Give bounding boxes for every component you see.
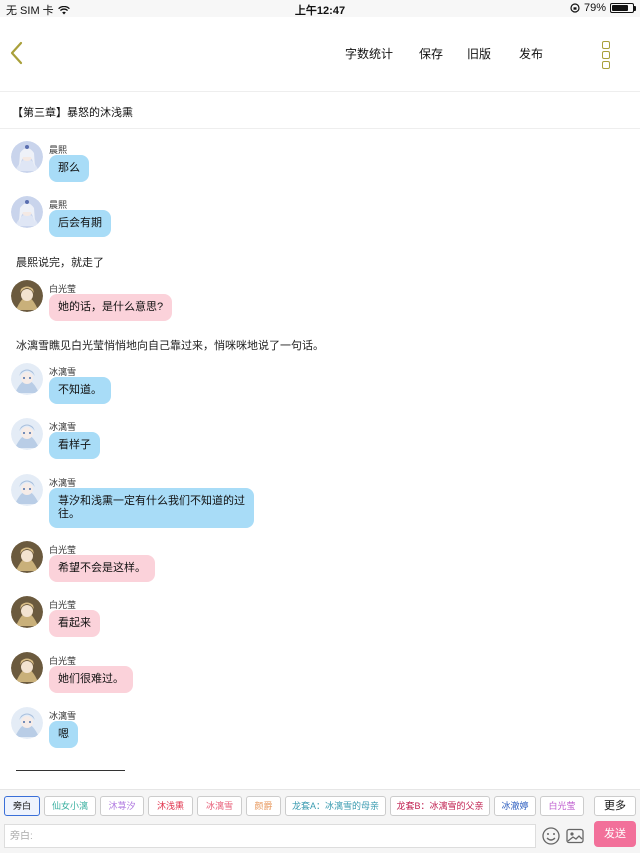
chapter-bar: 【第三章】暴怒的沐浅熏 [0,91,640,129]
text-cursor-line [16,770,125,771]
role-chip[interactable]: 冰漓雪 [197,796,242,816]
avatar-chenxi [11,141,43,173]
battery-percent: 79% [583,2,606,14]
smiley-icon [542,827,560,845]
more-menu-button[interactable] [600,41,612,69]
word-count-button[interactable]: 字数统计 [338,45,400,62]
image-icon [566,828,584,844]
composer-bar: 旁白 仙女小漓 沐荨汐 沐浅熏 冰漓雪 颜爵 龙套A：冰漓雪的母亲 龙套B：冰漓… [0,789,640,853]
status-bar: 无 SIM 卡 上午12:47 79% [0,0,640,17]
chapter-title: 【第三章】暴怒的沐浅熏 [12,107,133,119]
avatar-binglixue [11,474,43,506]
avatar-baiguangying [11,652,43,684]
back-button[interactable] [4,37,30,69]
narration-text[interactable]: 晨熙说完，就走了 [16,254,104,270]
input-row: 发送 [4,821,636,848]
role-chip[interactable]: 白光莹 [540,796,584,816]
avatar-chenxi [11,196,43,228]
save-button[interactable]: 保存 [415,45,447,62]
status-right: 79% [570,2,636,14]
chevron-left-icon [10,41,23,65]
role-chip-list: 旁白 仙女小漓 沐荨汐 沐浅熏 冰漓雪 颜爵 龙套A：冰漓雪的母亲 龙套B：冰漓… [4,796,588,816]
avatar-binglixue [11,707,43,739]
chat-bubble[interactable]: 她们很难过。 [49,666,133,693]
chat-bubble[interactable]: 嗯 [49,721,78,748]
chat-bubble[interactable]: 看样子 [49,432,100,459]
avatar-binglixue [11,418,43,450]
top-navbar: 字数统计 保存 旧版 发布 [0,17,640,91]
role-chip[interactable]: 颜爵 [246,796,281,816]
rotation-lock-icon [570,3,580,13]
role-chip[interactable]: 冰澈婷 [494,796,536,816]
chat-bubble[interactable]: 她的话，是什么意思? [49,294,173,321]
message-input[interactable] [4,824,536,848]
battery-icon [610,3,636,13]
old-version-button[interactable]: 旧版 [463,45,495,62]
chat-bubble[interactable]: 那么 [49,155,89,182]
role-chip[interactable]: 龙套B：冰漓雪的父亲 [390,796,490,816]
chat-bubble[interactable]: 看起来 [49,610,100,637]
bubble-line: 往。 [58,508,80,520]
chat-bubble[interactable]: 不知道。 [49,377,111,404]
narration-text[interactable]: 冰漓雪瞧见白光莹悄悄地向自己靠过来，悄咪咪地说了一句话。 [16,337,324,353]
chat-bubble[interactable]: 后会有期 [49,210,111,237]
avatar-binglixue [11,363,43,395]
role-chip[interactable]: 沐浅熏 [148,796,193,816]
chat-bubble[interactable]: 荨汐和浅熏一定有什么我们不知道的过 往。 [49,488,254,528]
header-actions: 字数统计 保存 旧版 发布 [338,45,547,62]
avatar-baiguangying [11,596,43,628]
status-time: 上午12:47 [294,5,346,17]
bubble-line: 荨汐和浅熏一定有什么我们不知道的过 [58,495,245,507]
role-chip[interactable]: 龙套A：冰漓雪的母亲 [285,796,386,816]
more-roles-button[interactable]: 更多 [594,796,636,816]
emoji-button[interactable] [541,826,561,846]
chat-bubble[interactable]: 希望不会是这样。 [49,555,155,582]
send-button[interactable]: 发送 [594,821,636,847]
publish-button[interactable]: 发布 [515,45,547,62]
role-chip[interactable]: 仙女小漓 [44,796,96,816]
avatar-baiguangying [11,280,43,312]
role-chip[interactable]: 旁白 [4,796,40,816]
image-button[interactable] [565,826,585,846]
menu-square-icon [602,51,610,59]
menu-square-icon [602,61,610,69]
menu-square-icon [602,41,610,49]
avatar-baiguangying [11,541,43,573]
role-chip[interactable]: 沐荨汐 [100,796,144,816]
battery-fill [612,5,628,11]
